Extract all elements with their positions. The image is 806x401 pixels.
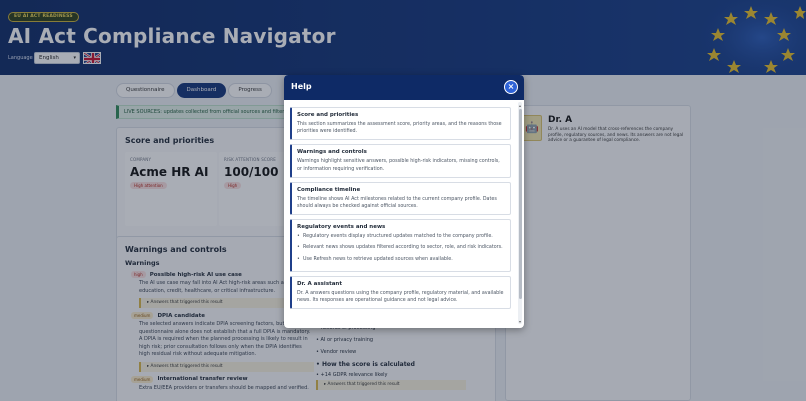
section-text: Warnings highlight sensitive answers, po… (297, 159, 500, 172)
scroll-down-icon[interactable]: ▾ (518, 319, 522, 324)
help-section-score: Score and priorities This section summar… (290, 107, 511, 141)
section-list: Regulatory events display structured upd… (297, 233, 505, 263)
section-title: Compliance timeline (297, 186, 361, 193)
modal-header: Help × (284, 75, 524, 100)
section-text: This section summarizes the assessment s… (297, 122, 502, 135)
help-section-timeline: Compliance timeline The timeline shows A… (290, 181, 511, 216)
section-title: Regulatory events and news (297, 224, 386, 231)
section-title: Score and priorities (297, 112, 359, 118)
list-item: Relevant news shows updates filtered acc… (297, 244, 505, 251)
section-text: Dr. A answers questions using the compan… (297, 290, 504, 304)
help-section-warnings: Warnings and controls Warnings highlight… (290, 144, 511, 178)
scroll-up-icon[interactable]: ▴ (518, 103, 522, 108)
section-title: Dr. A assistant (297, 280, 342, 287)
scrollbar-thumb[interactable] (518, 109, 522, 299)
modal-body: Score and priorities This section summar… (290, 107, 512, 323)
help-modal: Help × Score and priorities This section… (284, 75, 524, 328)
help-section-dr-a: Dr. A assistant Dr. A answers questions … (290, 275, 511, 310)
list-item: Use Refresh news to retrieve updated sou… (297, 256, 505, 263)
section-title: Warnings and controls (297, 149, 367, 156)
modal-title: Help (291, 82, 312, 91)
section-text: The timeline shows AI Act milestones rel… (297, 196, 497, 210)
list-item: Regulatory events display structured upd… (297, 233, 505, 240)
help-section-regulatory: Regulatory events and news Regulatory ev… (290, 219, 511, 272)
close-button[interactable]: × (504, 80, 518, 94)
